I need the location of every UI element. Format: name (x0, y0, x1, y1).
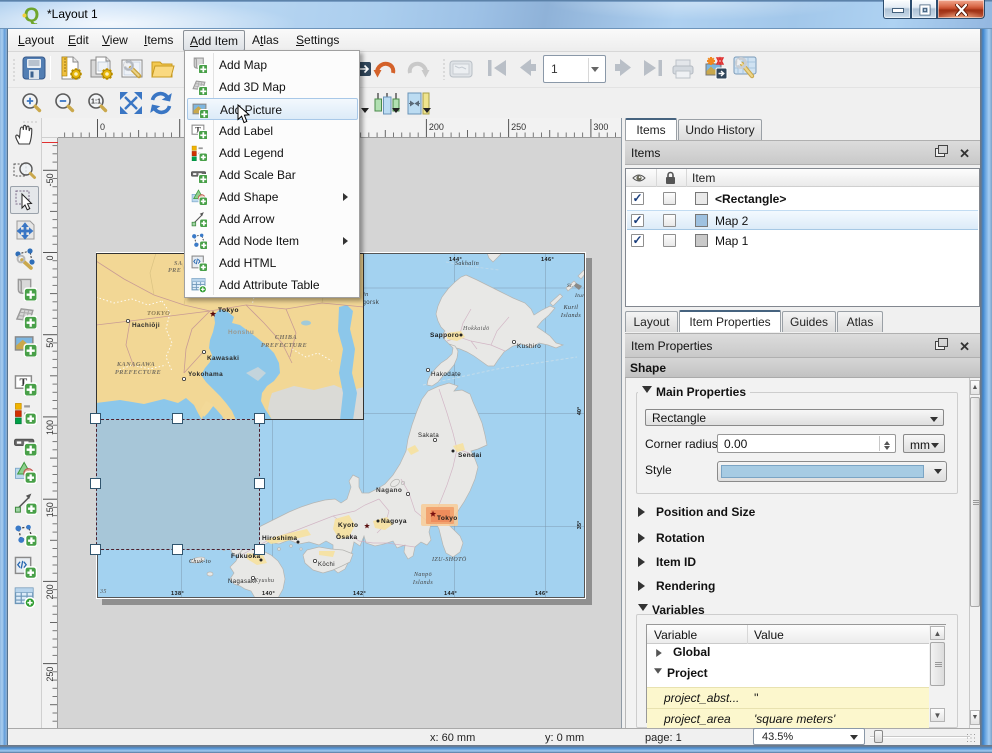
svg-text:Kushiro: Kushiro (517, 343, 541, 350)
svg-text:Islands: Islands (412, 580, 433, 586)
svg-text:Kyushu: Kyushu (253, 578, 274, 584)
svg-text:Kyoto: Kyoto (338, 522, 358, 529)
svg-text:144°: 144° (444, 591, 457, 597)
svg-text:SA: SA (174, 260, 182, 267)
svg-text:IZU-SHOTŌ: IZU-SHOTŌ (431, 556, 467, 563)
svg-text:PRE: PRE (168, 267, 181, 274)
svg-text:Kawasaki: Kawasaki (207, 355, 239, 362)
svg-text:35: 35 (99, 589, 107, 595)
svg-text:Islands: Islands (560, 313, 581, 319)
svg-text:250: 250 (511, 122, 526, 132)
svg-text:KANAGAWA: KANAGAWA (116, 361, 155, 368)
svg-text:Sendai: Sendai (458, 452, 482, 459)
svg-text:300: 300 (593, 122, 608, 132)
svg-text:Sakhalin: Sakhalin (455, 261, 479, 267)
svg-text:Honshu: Honshu (228, 329, 254, 336)
svg-text:Chuk-to: Chuk-to (189, 559, 211, 565)
svg-text:0: 0 (45, 256, 55, 261)
svg-text:Nanpō: Nanpō (413, 572, 432, 578)
svg-text:50: 50 (45, 338, 55, 348)
svg-text:Sapporo: Sapporo (430, 332, 459, 339)
svg-text:Tokyo: Tokyo (437, 515, 458, 522)
svg-text:35°: 35° (577, 521, 583, 529)
svg-text:150: 150 (45, 502, 55, 517)
svg-text:0: 0 (100, 122, 105, 132)
svg-text:146°: 146° (535, 591, 548, 597)
svg-text:Hachiōji: Hachiōji (132, 322, 160, 329)
svg-text:200: 200 (45, 584, 55, 599)
svg-text:-50: -50 (45, 173, 55, 186)
svg-text:CHIBA: CHIBA (275, 334, 297, 341)
svg-text:200: 200 (429, 122, 444, 132)
svg-text:St.: St. (567, 283, 574, 289)
svg-text:138°: 138° (171, 591, 184, 597)
svg-text:Hiroshima: Hiroshima (262, 535, 297, 542)
svg-text:100: 100 (45, 420, 55, 435)
svg-text:Kōchi: Kōchi (318, 562, 335, 568)
svg-text:Kuril: Kuril (563, 305, 579, 311)
svg-text:Yokohama: Yokohama (188, 371, 223, 378)
svg-text:Itun: Itun (574, 293, 585, 299)
svg-text:40°: 40° (577, 407, 583, 415)
svg-text:Hakodate: Hakodate (431, 371, 461, 378)
svg-text:1:1: 1:1 (91, 99, 101, 106)
svg-text:PREFECTURE: PREFECTURE (115, 369, 161, 376)
svg-text:Nagoya: Nagoya (381, 518, 407, 525)
svg-text:Tokyo: Tokyo (218, 307, 239, 314)
svg-text:Sakata: Sakata (418, 433, 439, 439)
svg-text:142°: 142° (353, 591, 366, 597)
svg-text:TOKYO: TOKYO (147, 310, 170, 317)
svg-text:250: 250 (45, 667, 55, 682)
svg-text:Nagano: Nagano (376, 487, 402, 494)
svg-text:Hokkaidō: Hokkaidō (462, 326, 490, 332)
svg-text:Nagasaki: Nagasaki (228, 579, 256, 585)
svg-text:140°: 140° (262, 591, 275, 597)
svg-text:146°: 146° (541, 257, 554, 263)
svg-text:Ōsaka: Ōsaka (336, 533, 358, 541)
svg-text:PREFECTURE: PREFECTURE (261, 342, 307, 349)
